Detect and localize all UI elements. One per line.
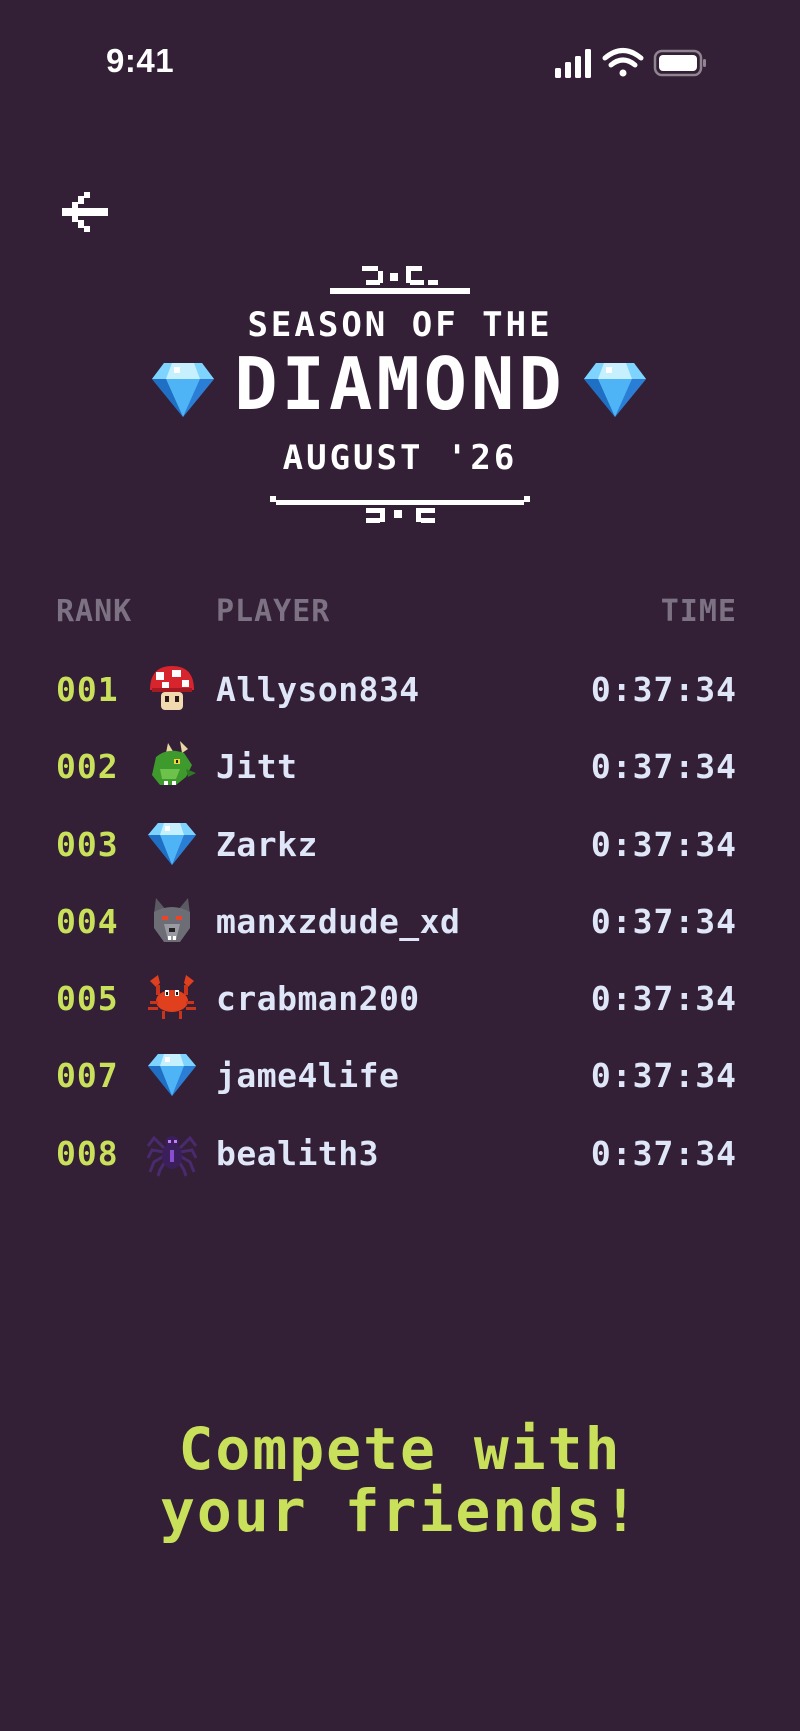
leaderboard: RANK PLAYER TIME 001 Allyson834 0:37:34 — [0, 588, 800, 1177]
rank-number: 007 — [56, 1056, 119, 1096]
arrow-left-icon — [62, 192, 108, 232]
rank-number: 001 — [56, 670, 119, 709]
mushroom-icon — [150, 666, 194, 710]
wolf-icon — [154, 897, 190, 942]
tagline: Compete with your friends! — [0, 1418, 800, 1542]
diamond-gem-icon — [148, 822, 196, 865]
player-name: bealith3 — [216, 1133, 379, 1173]
column-header-player: PLAYER — [216, 594, 331, 629]
spider-icon — [146, 1135, 198, 1177]
leaderboard-header: RANK PLAYER TIME — [0, 588, 800, 638]
wifi-icon — [602, 48, 644, 77]
rank-number: 005 — [56, 979, 119, 1019]
tagline-line1: Compete with — [178, 1415, 622, 1483]
season-title-block: SEASON OF THE DIAMOND AUGUST '26 — [0, 255, 800, 535]
leaderboard-row[interactable]: 002 Jitt 0:37:34 — [0, 739, 800, 816]
player-name: Jitt — [216, 747, 298, 787]
crab-icon — [148, 975, 196, 1020]
ornament-bottom-icon — [270, 496, 530, 523]
leaderboard-row[interactable]: 003 Zarkz 0:37:34 — [0, 817, 800, 894]
back-button[interactable] — [58, 190, 112, 234]
player-time: 0:37:34 — [590, 1056, 737, 1096]
diamond-gem-icon — [148, 1054, 196, 1097]
battery-icon — [653, 49, 706, 77]
leaderboard-row[interactable]: 008 bealith3 0:37:34 — [0, 1126, 800, 1203]
rank-number: 002 — [56, 747, 119, 787]
rank-number: 004 — [56, 901, 119, 941]
season-title-line2: DIAMOND — [234, 342, 566, 426]
player-time: 0:37:34 — [590, 1133, 737, 1173]
leaderboard-row[interactable]: 004 manxzdude_xd 0:37:34 — [0, 894, 800, 971]
season-title-line3: AUGUST '26 — [282, 438, 518, 478]
player-time: 0:37:34 — [590, 670, 737, 709]
player-name: jame4life — [216, 1056, 400, 1096]
leaderboard-row[interactable]: 001 Allyson834 0:37:34 — [0, 662, 800, 739]
player-time: 0:37:34 — [590, 824, 737, 864]
season-title-line1: SEASON OF THE — [247, 305, 553, 345]
player-name: manxzdude_xd — [216, 901, 461, 941]
player-time: 0:37:34 — [590, 747, 737, 787]
leaderboard-row[interactable]: 005 crabman200 0:37:34 — [0, 971, 800, 1048]
ornament-top-icon — [330, 266, 470, 294]
rank-number: 008 — [56, 1133, 119, 1173]
diamond-gem-icon — [584, 363, 646, 417]
player-time: 0:37:34 — [590, 979, 737, 1019]
player-name: Zarkz — [216, 824, 318, 864]
dragon-icon — [152, 741, 196, 786]
cellular-signal-icon — [555, 49, 591, 78]
tagline-line2: your friends! — [160, 1477, 640, 1545]
rank-number: 003 — [56, 824, 119, 864]
leaderboard-rows: 001 Allyson834 0:37:34 002 Jitt 0:37:34 … — [0, 662, 800, 1203]
column-header-rank: RANK — [56, 594, 133, 629]
player-name: Allyson834 — [216, 670, 420, 709]
status-icons — [555, 48, 706, 78]
player-name: crabman200 — [216, 979, 420, 1019]
player-time: 0:37:34 — [590, 901, 737, 941]
status-time: 9:41 — [106, 42, 175, 79]
leaderboard-row[interactable]: 007 jame4life 0:37:34 — [0, 1048, 800, 1125]
column-header-time: TIME — [660, 594, 737, 629]
status-bar: 9:41 — [0, 0, 800, 130]
